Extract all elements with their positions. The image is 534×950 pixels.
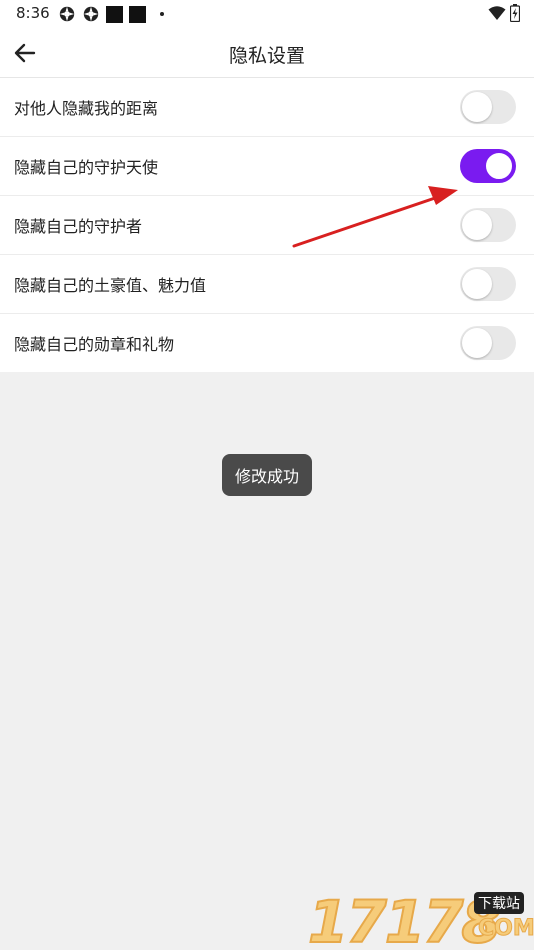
setting-label: 隐藏自己的守护者 [14,217,143,236]
hide-guardian-toggle[interactable] [460,208,516,242]
toggle-knob [462,92,492,122]
battery-icon [510,4,520,22]
setting-row-hide-wealth-charm: 隐藏自己的土豪值、魅力值 [0,255,534,314]
watermark-logo: 17178 下载站 COM [306,887,534,950]
setting-row-hide-guardian-angel: 隐藏自己的守护天使 [0,137,534,196]
dot-icon [160,12,164,16]
toggle-knob [462,269,492,299]
watermark-number: 17178 [307,887,503,950]
wifi-icon [488,6,506,20]
hide-distance-toggle[interactable] [460,90,516,124]
status-icons-right [488,4,520,22]
setting-label: 隐藏自己的勋章和礼物 [14,335,175,354]
setting-row-hide-medals-gifts: 隐藏自己的勋章和礼物 [0,314,534,372]
status-icons-left [58,5,164,23]
hide-wealth-charm-toggle[interactable] [460,267,516,301]
setting-label: 隐藏自己的土豪值、魅力值 [14,276,207,295]
settings-icon [59,6,75,22]
status-time: 8:36 [16,4,50,22]
hide-medals-gifts-toggle[interactable] [460,326,516,360]
page-title: 隐私设置 [228,45,305,67]
status-bar: 8:36 [0,0,534,28]
square-icon [129,5,146,23]
hide-guardian-angel-toggle[interactable] [460,149,516,183]
setting-row-hide-distance: 对他人隐藏我的距离 [0,78,534,137]
toggle-knob [462,210,492,240]
settings-list: 对他人隐藏我的距离 隐藏自己的守护天使 隐藏自己的守护者 隐藏自己的土豪值、魅力… [0,78,534,372]
toast-message: 修改成功 [222,454,312,496]
top-area: 8:36 隐私设置 [0,0,534,78]
setting-label: 对他人隐藏我的距离 [14,99,159,118]
square-icon [106,5,123,23]
toggle-knob [484,151,514,181]
toggle-knob [462,328,492,358]
setting-row-hide-guardian: 隐藏自己的守护者 [0,196,534,255]
setting-label: 隐藏自己的守护天使 [14,158,159,177]
settings-icon [83,6,99,22]
watermark-suffix: COM [478,916,534,942]
app-bar: 隐私设置 [0,28,534,78]
watermark-tag: 下载站 [474,892,524,914]
